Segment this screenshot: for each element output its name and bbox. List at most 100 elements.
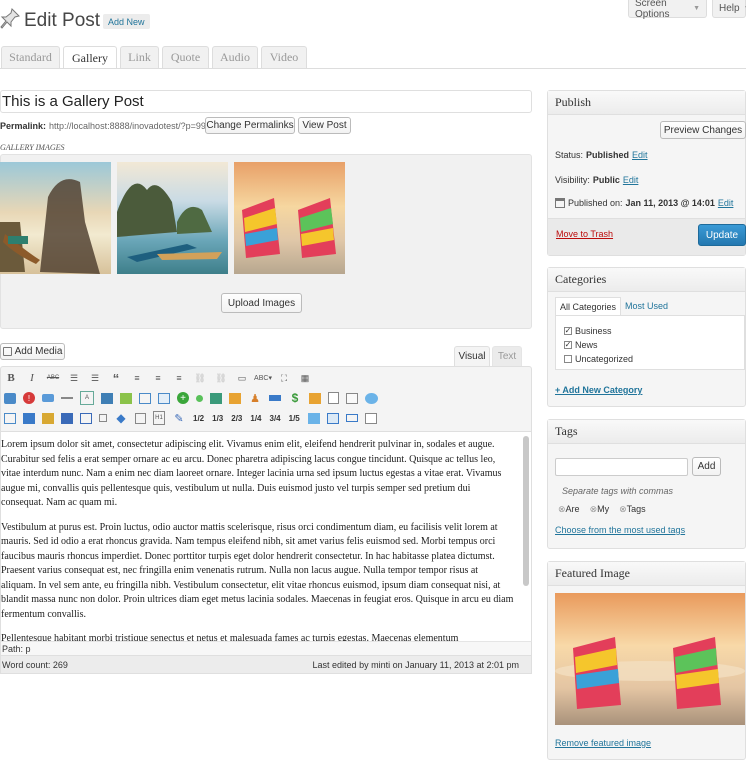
editor-content[interactable]: Lorem ipsum dolor sit amet, consectetur …: [0, 432, 532, 641]
checkbox-icon[interactable]: [564, 355, 572, 363]
gallery-image-beach[interactable]: [117, 162, 228, 274]
document-icon[interactable]: [328, 392, 339, 404]
box-icon[interactable]: [158, 392, 170, 404]
permalink-url[interactable]: http://localhost:8888/inovadotest/?p=99: [49, 121, 206, 131]
tab-most-used[interactable]: Most Used: [625, 301, 668, 311]
preview-changes-button[interactable]: Preview Changes: [660, 121, 746, 139]
category-item-news[interactable]: ✓ News: [564, 340, 598, 350]
list-icon[interactable]: [135, 412, 146, 424]
move-to-trash-link[interactable]: Move to Trash: [556, 229, 613, 239]
fraction-1-3[interactable]: 1/3: [212, 414, 223, 423]
blank-box-icon[interactable]: [364, 412, 377, 424]
add-new-button[interactable]: Add New: [103, 14, 150, 29]
list-box-icon[interactable]: [346, 392, 358, 404]
tag-input[interactable]: [555, 458, 688, 476]
change-permalinks-button[interactable]: Change Permalinks: [205, 117, 295, 134]
plus-circle-icon[interactable]: +: [177, 392, 189, 404]
bullet-list-icon[interactable]: ☰: [67, 371, 81, 385]
gallery-image-boat[interactable]: [0, 162, 111, 274]
align-center-icon[interactable]: ≡: [151, 371, 165, 385]
tag-item[interactable]: ⊗Tags: [619, 504, 646, 515]
gallery-shortcode-icon[interactable]: [307, 412, 320, 424]
status-edit-link[interactable]: Edit: [632, 150, 648, 160]
fraction-1-4[interactable]: 1/4: [250, 414, 261, 423]
tag-item[interactable]: ⊗My: [590, 504, 610, 515]
small-box-icon[interactable]: [99, 414, 107, 422]
tab-gallery[interactable]: Gallery: [63, 46, 117, 69]
view-post-button[interactable]: View Post: [298, 117, 351, 134]
gallery-image-chairs[interactable]: [234, 162, 345, 274]
kitchen-sink-icon[interactable]: ▦: [298, 371, 312, 385]
alert-icon[interactable]: !: [23, 392, 35, 404]
category-item-uncategorized[interactable]: Uncategorized: [564, 354, 633, 364]
add-media-button[interactable]: Add Media: [0, 343, 65, 360]
person-icon[interactable]: ♟: [248, 391, 262, 405]
more-tag-icon[interactable]: ▭: [235, 371, 249, 385]
choose-most-used-tags-link[interactable]: Choose from the most used tags: [555, 525, 685, 535]
tab-video[interactable]: Video: [261, 46, 307, 68]
speech-bubble-icon[interactable]: [365, 392, 378, 404]
upload-images-button[interactable]: Upload Images: [221, 293, 302, 313]
progress-icon[interactable]: [269, 395, 281, 401]
remove-tag-icon[interactable]: ⊗: [558, 504, 566, 514]
columns-icon[interactable]: [139, 392, 151, 404]
panel-icon[interactable]: [326, 412, 339, 424]
pen-icon[interactable]: ✎: [172, 411, 186, 425]
align-left-icon[interactable]: ≡: [130, 371, 144, 385]
italic-icon[interactable]: I: [25, 371, 39, 385]
visibility-edit-link[interactable]: Edit: [623, 175, 639, 185]
tabs-icon[interactable]: [210, 392, 222, 404]
rectangle-icon[interactable]: [345, 414, 358, 422]
testimonial-icon[interactable]: [42, 412, 54, 424]
pricing-icon[interactable]: [4, 412, 16, 424]
bold-icon[interactable]: B: [4, 371, 18, 385]
post-title-input[interactable]: This is a Gallery Post: [0, 90, 532, 113]
table-icon[interactable]: [80, 412, 92, 424]
money-icon[interactable]: $: [288, 391, 302, 405]
tab-audio[interactable]: Audio: [212, 46, 258, 68]
dot-icon[interactable]: [196, 394, 203, 402]
strikethrough-icon[interactable]: ABC: [46, 371, 60, 385]
fullscreen-icon[interactable]: ⛶: [277, 371, 291, 385]
add-new-category-link[interactable]: + Add New Category: [555, 385, 642, 395]
blockquote-icon[interactable]: “: [109, 371, 123, 386]
unlink-icon[interactable]: ⛓: [214, 371, 228, 385]
button-shortcode-icon[interactable]: [42, 394, 54, 402]
published-on-edit-link[interactable]: Edit: [718, 198, 734, 208]
remove-tag-icon[interactable]: ⊗: [590, 504, 598, 514]
shortcode-box-icon[interactable]: [4, 392, 16, 404]
tab-all-categories[interactable]: All Categories: [555, 297, 622, 316]
tab-text[interactable]: Text: [492, 346, 522, 366]
numbered-list-icon[interactable]: ☰: [88, 371, 102, 385]
tab-quote[interactable]: Quote: [162, 46, 209, 68]
fraction-2-3[interactable]: 2/3: [231, 414, 242, 423]
dropcap-icon[interactable]: A: [80, 391, 94, 405]
tab-standard[interactable]: Standard: [1, 46, 60, 68]
slider-icon[interactable]: [23, 412, 35, 424]
fraction-3-4[interactable]: 3/4: [270, 414, 281, 423]
stack-icon[interactable]: [309, 392, 321, 404]
divider-icon[interactable]: [61, 397, 73, 399]
video-icon[interactable]: [61, 412, 73, 424]
fraction-1-2[interactable]: 1/2: [193, 414, 204, 423]
align-right-icon[interactable]: ≡: [172, 371, 186, 385]
help-button[interactable]: Help▼: [712, 0, 746, 18]
image-shortcode-icon[interactable]: [120, 392, 132, 404]
diamond-icon[interactable]: ◆: [114, 411, 128, 425]
checkbox-checked-icon[interactable]: ✓: [564, 341, 572, 349]
screen-options-button[interactable]: Screen Options ▼: [628, 0, 707, 20]
tab-visual[interactable]: Visual: [454, 346, 490, 366]
tab-link[interactable]: Link: [120, 46, 159, 68]
featured-image[interactable]: [555, 593, 745, 725]
checkbox-checked-icon[interactable]: ✓: [564, 327, 572, 335]
tag-item[interactable]: ⊗Are: [558, 504, 580, 515]
remove-tag-icon[interactable]: ⊗: [619, 504, 627, 514]
highlight-icon[interactable]: [101, 392, 113, 404]
toggle-icon[interactable]: [229, 392, 241, 404]
editor-scrollbar[interactable]: [523, 436, 529, 586]
update-button[interactable]: Update: [698, 224, 746, 246]
add-tag-button[interactable]: Add: [692, 457, 721, 476]
fraction-1-5[interactable]: 1/5: [289, 414, 300, 423]
remove-featured-image-link[interactable]: Remove featured image: [555, 738, 651, 748]
spellcheck-icon[interactable]: ABC▾: [254, 371, 272, 385]
